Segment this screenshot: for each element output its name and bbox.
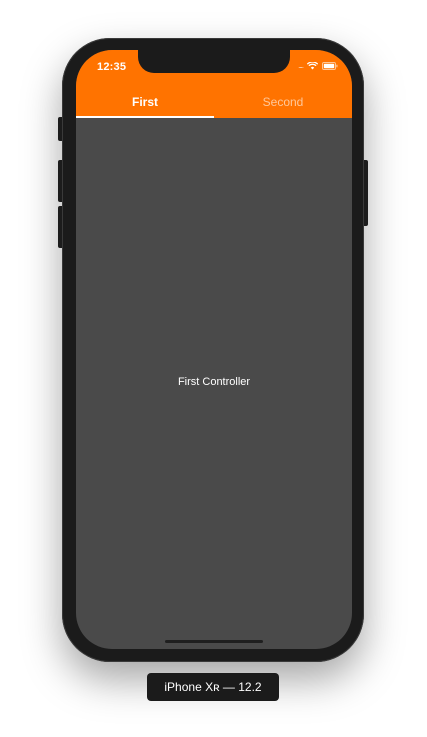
selected-tab-indicator xyxy=(76,116,214,118)
device-label: iPhone Xʀ — 12.2 xyxy=(147,673,279,701)
notch xyxy=(138,50,290,73)
wifi-icon xyxy=(307,62,318,70)
content-label: First Controller xyxy=(177,376,251,388)
status-time: 12:35 xyxy=(97,61,127,73)
device-screen: 12:35 .... First Second First Controller xyxy=(76,50,352,649)
tab-second[interactable]: Second xyxy=(214,86,352,118)
signal-icon: .... xyxy=(298,61,304,70)
app-header: 12:35 .... First Second xyxy=(76,50,352,118)
tab-first[interactable]: First xyxy=(76,86,214,118)
simulator-stage: 12:35 .... First Second First Controller… xyxy=(0,0,427,737)
home-indicator[interactable] xyxy=(165,640,263,643)
battery-icon xyxy=(322,62,338,70)
status-indicators: .... xyxy=(298,62,338,70)
tab-bar: First Second xyxy=(76,86,352,118)
